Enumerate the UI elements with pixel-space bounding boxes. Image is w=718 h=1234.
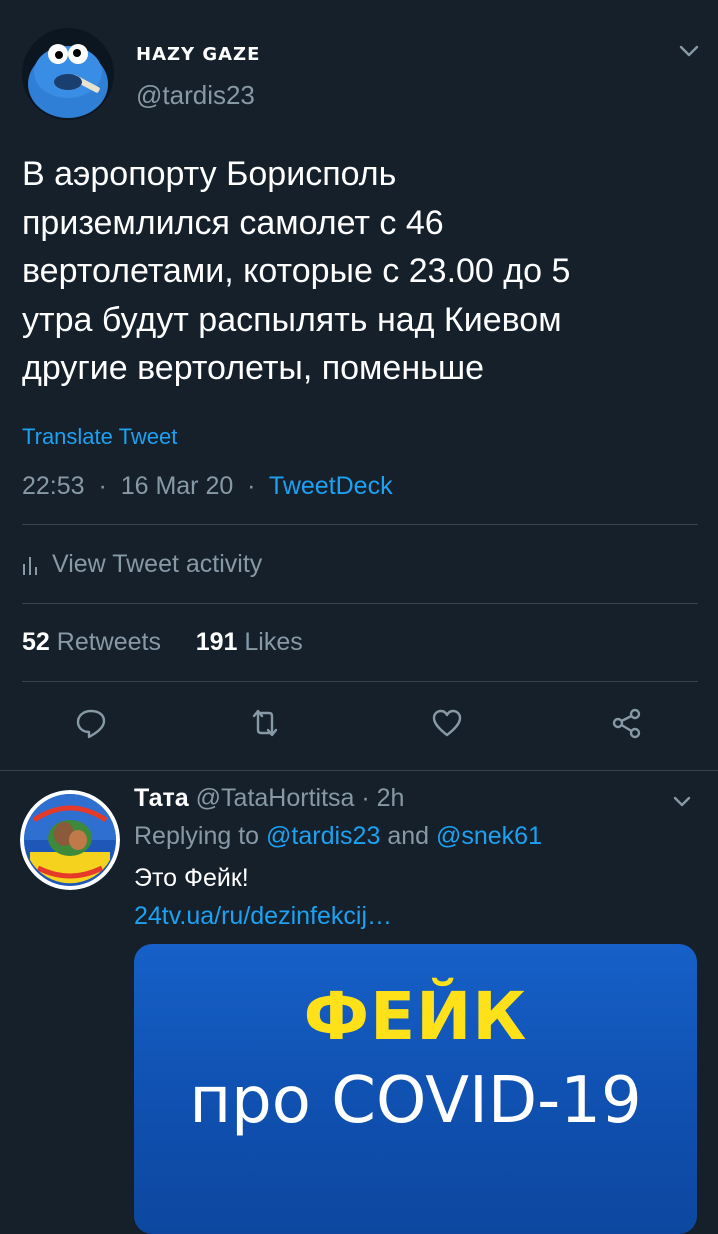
chevron-down-icon[interactable] bbox=[674, 36, 704, 66]
likes-link[interactable]: 191 Likes bbox=[196, 628, 303, 656]
reply-avatar-image bbox=[20, 790, 120, 890]
avatar-image bbox=[22, 28, 114, 120]
retweets-link[interactable]: 52 Retweets bbox=[22, 628, 161, 656]
divider bbox=[22, 681, 698, 682]
tweet-time: 22:53 bbox=[22, 472, 85, 500]
retweet-icon[interactable] bbox=[248, 706, 282, 740]
display-name[interactable]: HAZY GAZE bbox=[136, 44, 260, 65]
share-icon[interactable] bbox=[610, 706, 644, 740]
translate-tweet-link[interactable]: Translate Tweet bbox=[22, 424, 177, 450]
activity-label: View Tweet activity bbox=[52, 550, 263, 578]
reply-icon[interactable] bbox=[74, 706, 108, 740]
meta-separator: · bbox=[91, 472, 114, 500]
reply-url-link[interactable]: 24tv.ua/ru/dezinfekcij… bbox=[134, 902, 392, 931]
mention-link[interactable]: @tardis23 bbox=[266, 822, 380, 850]
link-preview-card[interactable]: ФЕЙК про COVID-19 bbox=[134, 944, 697, 1234]
meta-separator: · bbox=[361, 784, 370, 812]
retweets-label: Retweets bbox=[56, 628, 161, 656]
tweet-meta: 22:53 · 16 Mar 20 · TweetDeck bbox=[22, 472, 393, 501]
meta-separator: · bbox=[240, 472, 263, 500]
replying-prefix: Replying to bbox=[134, 822, 260, 850]
reply-time[interactable]: 2h bbox=[377, 784, 405, 812]
tweet-text: В аэропорту Борисполь приземлился самоле… bbox=[22, 150, 702, 393]
replying-to: Replying to @tardis23 and @snek61 bbox=[134, 822, 542, 851]
replying-and: and bbox=[387, 822, 430, 850]
tweet-client-link[interactable]: TweetDeck bbox=[269, 472, 393, 500]
tweet-text-line: вертолетами, которые с 23.00 до 5 bbox=[22, 252, 571, 290]
divider bbox=[22, 524, 698, 525]
reply-handle[interactable]: @TataHortitsa bbox=[196, 784, 355, 812]
tweet-text-line: другие вертолеты, поменьше bbox=[22, 349, 485, 387]
reply-avatar[interactable] bbox=[20, 790, 120, 890]
card-headline: ФЕЙК bbox=[303, 978, 528, 1055]
tweet-text-line: В аэропорту Борисполь bbox=[22, 155, 397, 193]
reply-display-name[interactable]: Тата bbox=[134, 784, 189, 812]
tweet-text-line: утра будут распылять над Киевом bbox=[22, 300, 562, 339]
view-tweet-activity-button[interactable]: View Tweet activity bbox=[22, 550, 262, 579]
mention-link[interactable]: @snek61 bbox=[436, 822, 542, 850]
tweet-date: 16 Mar 20 bbox=[120, 472, 234, 500]
divider bbox=[0, 770, 718, 771]
retweets-count: 52 bbox=[22, 628, 50, 656]
reply-header: Тата @TataHortitsa · 2h bbox=[134, 784, 404, 813]
card-subheadline: про COVID-19 bbox=[189, 1064, 642, 1138]
bar-chart-icon bbox=[23, 556, 37, 575]
chevron-down-icon[interactable] bbox=[668, 788, 696, 816]
user-handle[interactable]: @tardis23 bbox=[136, 80, 255, 111]
reply-text: Это Фейк! bbox=[134, 864, 249, 892]
engagement-counts: 52 Retweets 191 Likes bbox=[22, 628, 303, 657]
likes-label: Likes bbox=[244, 628, 303, 656]
divider bbox=[22, 603, 698, 604]
likes-count: 191 bbox=[195, 628, 238, 656]
tweet-text-line: приземлился самолет с 46 bbox=[22, 203, 444, 242]
avatar[interactable] bbox=[22, 28, 114, 120]
heart-icon[interactable] bbox=[430, 706, 464, 740]
